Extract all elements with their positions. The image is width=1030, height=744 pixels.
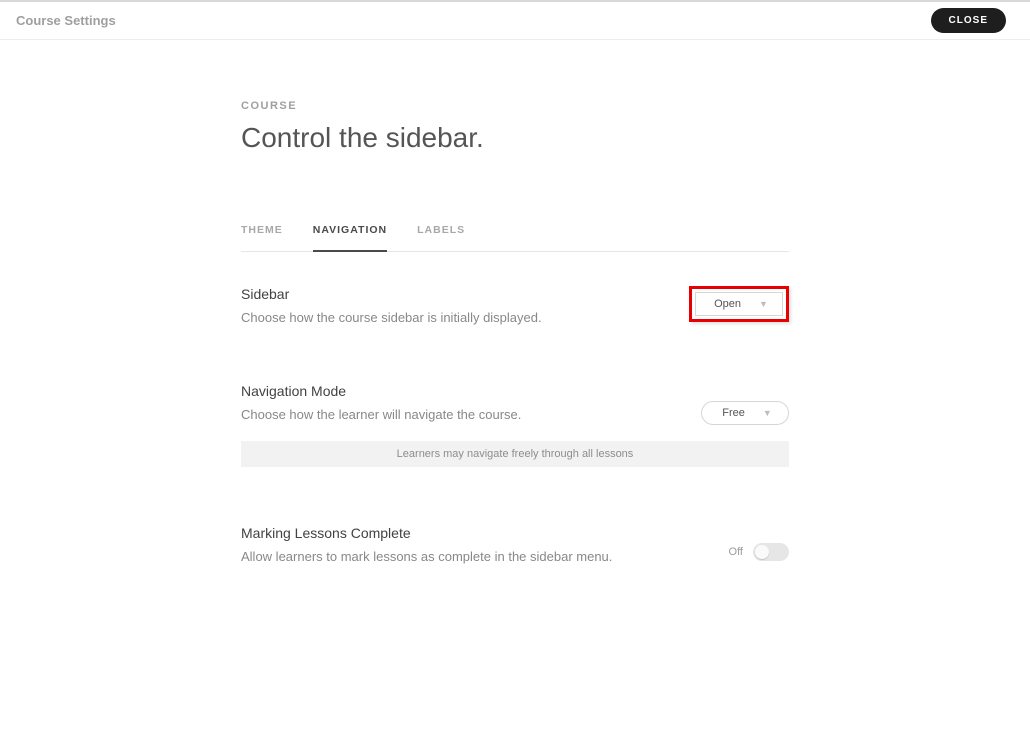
navmode-help: Learners may navigate freely through all… xyxy=(241,441,789,467)
setting-marking: Marking Lessons Complete Allow learners … xyxy=(241,525,789,564)
marking-toggle-wrap: Off xyxy=(729,543,789,561)
chevron-down-icon: ▼ xyxy=(759,299,768,309)
toggle-knob xyxy=(755,545,769,559)
page-heading: Control the sidebar. xyxy=(241,122,789,154)
setting-marking-desc: Allow learners to mark lessons as comple… xyxy=(241,549,612,564)
marking-toggle-label: Off xyxy=(729,546,743,558)
setting-navigation-mode: Navigation Mode Choose how the learner w… xyxy=(241,383,789,467)
navmode-select-value: Free xyxy=(722,407,745,419)
page-title: Course Settings xyxy=(16,13,116,28)
setting-marking-text: Marking Lessons Complete Allow learners … xyxy=(241,525,612,564)
navmode-select[interactable]: Free ▼ xyxy=(701,401,789,425)
eyebrow-label: COURSE xyxy=(241,100,789,112)
setting-sidebar-desc: Choose how the course sidebar is initial… xyxy=(241,310,542,325)
sidebar-select-highlight: Open ▼ xyxy=(689,286,789,322)
setting-sidebar-title: Sidebar xyxy=(241,286,542,302)
sidebar-select-value: Open xyxy=(714,298,741,310)
content: COURSE Control the sidebar. THEME NAVIGA… xyxy=(241,100,789,564)
setting-marking-title: Marking Lessons Complete xyxy=(241,525,612,541)
close-button[interactable]: CLOSE xyxy=(931,8,1006,33)
chevron-down-icon: ▼ xyxy=(763,408,772,418)
setting-navmode-title: Navigation Mode xyxy=(241,383,521,399)
tabs: THEME NAVIGATION LABELS xyxy=(241,224,789,252)
marking-toggle[interactable] xyxy=(753,543,789,561)
setting-navmode-text: Navigation Mode Choose how the learner w… xyxy=(241,383,521,422)
top-bar: Course Settings CLOSE xyxy=(0,0,1030,40)
tab-navigation[interactable]: NAVIGATION xyxy=(313,224,387,252)
tab-theme[interactable]: THEME xyxy=(241,224,283,251)
setting-sidebar: Sidebar Choose how the course sidebar is… xyxy=(241,286,789,325)
tab-labels[interactable]: LABELS xyxy=(417,224,465,251)
sidebar-select[interactable]: Open ▼ xyxy=(695,292,783,316)
setting-navmode-desc: Choose how the learner will navigate the… xyxy=(241,407,521,422)
setting-sidebar-text: Sidebar Choose how the course sidebar is… xyxy=(241,286,542,325)
